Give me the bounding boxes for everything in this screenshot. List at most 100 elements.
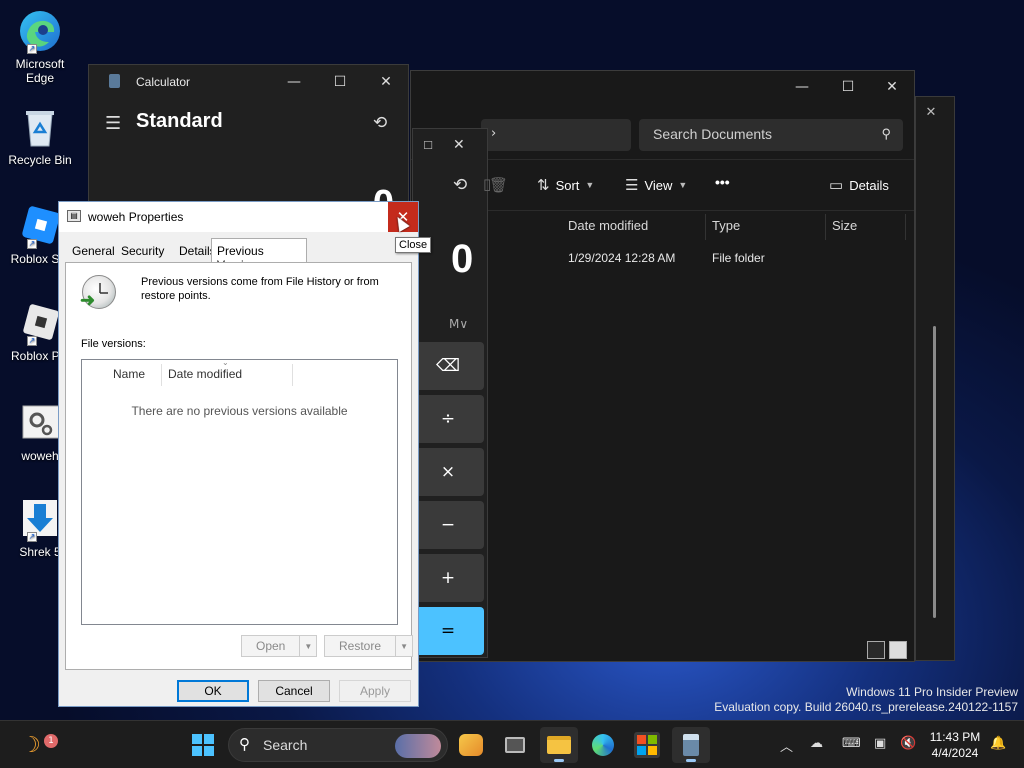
edge-taskbar-button[interactable]	[584, 727, 622, 763]
column-header-size[interactable]: Size	[826, 214, 906, 240]
plus-button[interactable]: +	[412, 554, 484, 602]
minimize-icon[interactable]: —	[779, 71, 825, 103]
trash-icon: ▯	[483, 175, 492, 193]
column-header-date-modified[interactable]: Date modified	[562, 214, 706, 240]
start-icon	[192, 734, 214, 756]
address-bar[interactable]: ›	[481, 119, 631, 151]
desktop-icon-label: Microsoft Edge	[15, 57, 65, 85]
task-view-button[interactable]	[496, 727, 534, 763]
properties-dialog[interactable]: ▤ woweh Properties ✕ Close General Secur…	[58, 201, 432, 707]
file-explorer-icon	[547, 736, 571, 754]
sort-button[interactable]: ⇅ Sort ▼	[537, 176, 594, 194]
minus-button[interactable]: −	[412, 501, 484, 549]
calculator-taskbar-button[interactable]	[672, 727, 710, 763]
search-highlight-icon	[395, 734, 441, 758]
system-clock[interactable]: 11:43 PM 4/4/2024	[922, 729, 988, 761]
taskbar-search-label: Search	[263, 737, 308, 753]
view-label: View	[644, 177, 673, 193]
details-view-icon[interactable]	[867, 641, 885, 659]
chevron-down-icon: ▼	[585, 180, 595, 190]
window-title: Calculator	[136, 75, 191, 89]
chevron-down-icon: ▼	[400, 641, 408, 651]
onedrive-offline-icon[interactable]: ☁	[810, 736, 823, 751]
dialog-title: woweh Properties	[88, 210, 184, 224]
chevron-down-icon: ▼	[304, 641, 313, 651]
details-button[interactable]: ▭ Details	[829, 176, 889, 194]
backspace-button[interactable]: ⌫	[412, 342, 484, 390]
weather-widget-icon: ☽	[21, 732, 41, 758]
volume-muted-icon[interactable]: 🔇	[900, 736, 916, 751]
apply-button[interactable]: Apply	[339, 680, 411, 702]
close-icon[interactable]: ✕	[453, 137, 465, 153]
notification-bell-icon[interactable]: 🔔	[990, 736, 1006, 751]
column-label: Date modified	[568, 218, 649, 233]
evaluation-watermark: Windows 11 Pro Insider Preview Evaluatio…	[714, 685, 1018, 715]
hamburger-menu-icon[interactable]: ☰	[105, 113, 121, 134]
more-options-button[interactable]: •••	[715, 174, 730, 190]
copilot-icon	[459, 734, 483, 756]
roblox-player-icon: ↗	[17, 300, 63, 346]
tab-previous-versions[interactable]: Previous Versions	[211, 238, 307, 272]
tiles-view-icon[interactable]	[889, 641, 907, 659]
close-icon[interactable]: ✕	[869, 71, 915, 103]
column-label: Type	[712, 218, 741, 233]
file-versions-label: File versions:	[81, 338, 146, 350]
start-button[interactable]	[184, 727, 222, 763]
minimize-icon[interactable]: —	[271, 65, 317, 99]
explorer-titlebar[interactable]: — ☐ ✕	[411, 71, 914, 103]
column-header-type[interactable]: Type	[706, 214, 826, 240]
list-header-name[interactable]: Name	[82, 364, 162, 386]
keyboard-icon[interactable]: ⌨	[842, 736, 861, 751]
copilot-button[interactable]	[452, 727, 490, 763]
more-icon: •••	[715, 174, 730, 190]
cancel-button[interactable]: Cancel	[258, 680, 330, 702]
details-label: Details	[849, 177, 889, 193]
store-taskbar-button[interactable]	[628, 727, 666, 763]
close-icon[interactable]: ✕	[363, 65, 409, 99]
maximize-icon[interactable]: ☐	[825, 71, 871, 103]
search-input[interactable]: Search Documents ⚲	[639, 119, 903, 151]
open-split-button[interactable]: Open ▼	[241, 635, 318, 657]
history-icon[interactable]: ⟲	[373, 113, 387, 133]
maximize-icon[interactable]: ☐	[317, 65, 363, 99]
desktop-icon-recycle-bin[interactable]: Recycle Bin	[4, 104, 76, 167]
file-versions-list[interactable]: Name Date modified ⌄ There are no previo…	[81, 358, 398, 625]
ok-button[interactable]: OK	[177, 680, 249, 702]
tab-general[interactable]: General	[67, 242, 120, 262]
file-explorer-taskbar-button[interactable]	[540, 727, 578, 763]
network-icon[interactable]: ▣	[874, 736, 886, 751]
maximize-icon[interactable]: ☐	[413, 139, 443, 152]
calculator-window[interactable]: Calculator — ☐ ✕ ☰ Standard ⟲ 0	[88, 64, 409, 225]
dialog-titlebar[interactable]: ▤ woweh Properties ✕	[59, 202, 418, 232]
chevron-up-icon[interactable]: ︿	[780, 736, 793, 755]
folder-properties-icon: ▤	[67, 210, 81, 222]
close-icon[interactable]: ✕	[916, 105, 946, 120]
clock-restore-icon: ➜	[80, 275, 116, 310]
list-header-date-modified[interactable]: Date modified	[162, 364, 293, 386]
vertical-scrollbar[interactable]	[933, 326, 936, 618]
view-icon: ☰	[625, 177, 639, 194]
open-button-label: Open	[242, 636, 301, 656]
view-button[interactable]: ☰ View ▼	[625, 176, 687, 194]
equals-button[interactable]: =	[412, 607, 484, 655]
taskbar-search-box[interactable]: ⚲ Search	[228, 728, 448, 762]
multiply-button[interactable]: ×	[412, 448, 484, 496]
calculator-display: 0	[451, 237, 474, 281]
column-label: Size	[832, 218, 858, 233]
clock-date: 4/4/2024	[931, 746, 979, 760]
desktop-icon-edge[interactable]: ↗ Microsoft Edge	[4, 8, 76, 85]
settings-file-icon	[17, 400, 63, 446]
memory-button[interactable]: M∨	[449, 317, 468, 331]
desktop-icon-label: Recycle Bin	[8, 153, 72, 167]
widgets-button[interactable]: ☽ 1	[12, 727, 58, 763]
details-pane-icon: ▭	[829, 177, 844, 194]
watermark-line: Evaluation copy. Build 26040.rs_prerelea…	[714, 700, 1018, 714]
search-icon: ⚲	[881, 126, 891, 141]
history-icon[interactable]: ⟲	[453, 175, 467, 195]
row-type: File folder	[712, 251, 765, 265]
restore-split-button[interactable]: Restore ▼	[324, 635, 414, 657]
tab-security[interactable]: Security	[116, 242, 169, 262]
recycle-bin-icon	[17, 104, 63, 150]
divide-button[interactable]: ÷	[412, 395, 484, 443]
delete-button[interactable]: 🗑	[489, 176, 508, 194]
